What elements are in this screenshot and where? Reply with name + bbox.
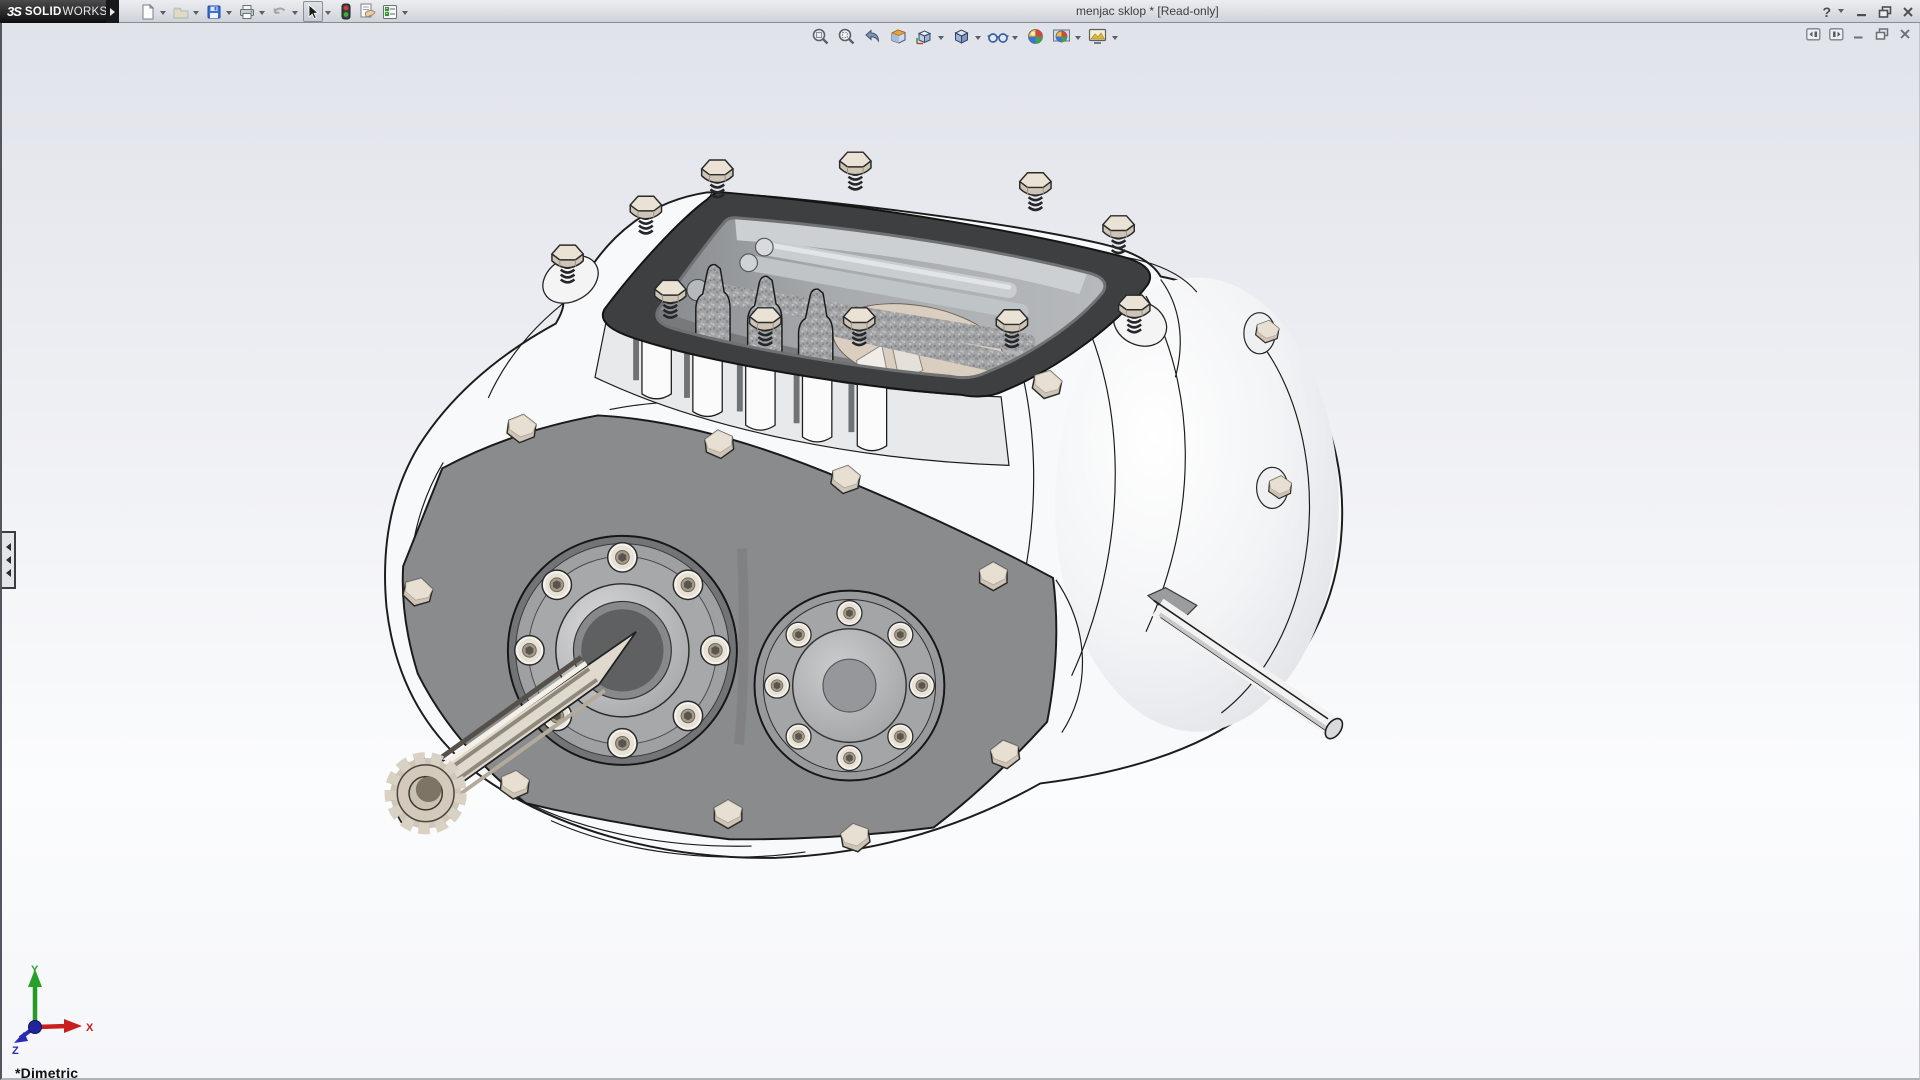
minimize-button[interactable] bbox=[1854, 4, 1870, 20]
display-style-button[interactable] bbox=[949, 25, 973, 47]
file-properties-icon bbox=[360, 3, 376, 18]
restore-button[interactable] bbox=[1877, 4, 1893, 20]
select-button[interactable] bbox=[303, 1, 323, 22]
options-checklist-icon bbox=[382, 4, 397, 19]
select-cursor-icon bbox=[308, 3, 319, 19]
right-bearing-cover bbox=[753, 589, 946, 782]
new-dropdown-icon[interactable] bbox=[160, 11, 166, 18]
options-button[interactable] bbox=[380, 1, 400, 22]
view-orientation-button[interactable] bbox=[912, 25, 936, 47]
doc-minimize-button[interactable] bbox=[1851, 26, 1867, 42]
document-window-controls bbox=[1805, 26, 1913, 42]
zoom-to-area-icon bbox=[838, 28, 854, 44]
save-button[interactable] bbox=[204, 1, 224, 22]
rebuild-button[interactable] bbox=[336, 1, 356, 22]
show-left-pane-icon bbox=[1805, 27, 1820, 40]
graphics-viewport[interactable]: Y X Z *Dimetric bbox=[0, 23, 1920, 1080]
print-button[interactable] bbox=[237, 1, 257, 22]
save-icon bbox=[207, 5, 221, 18]
open-button[interactable] bbox=[171, 1, 191, 22]
previous-view-icon bbox=[864, 28, 879, 43]
view-heads-up-toolbar bbox=[808, 25, 1121, 47]
open-dropdown-icon[interactable] bbox=[193, 11, 199, 18]
print-dropdown-icon[interactable] bbox=[259, 11, 265, 18]
edit-appearance-button[interactable] bbox=[1023, 25, 1047, 47]
view-orientation-icon bbox=[915, 29, 931, 44]
help-button[interactable]: ? bbox=[1822, 4, 1831, 20]
close-button[interactable] bbox=[1900, 4, 1916, 20]
z-axis-label: Z bbox=[12, 1045, 19, 1056]
hide-show-items-icon bbox=[987, 32, 1009, 43]
save-dropdown-icon[interactable] bbox=[226, 11, 232, 18]
new-document-icon bbox=[142, 3, 155, 19]
minimize-icon bbox=[1854, 36, 1863, 39]
show-right-pane-button[interactable] bbox=[1828, 26, 1844, 42]
apply-scene-dropdown-icon[interactable] bbox=[1075, 35, 1081, 43]
doc-close-button[interactable] bbox=[1897, 26, 1913, 42]
section-view-button[interactable] bbox=[886, 25, 910, 47]
x-arrowhead bbox=[64, 1019, 82, 1033]
gearbox-model[interactable] bbox=[2, 23, 1920, 1080]
rear-dome bbox=[1054, 277, 1339, 732]
brand-name-light: WORKS bbox=[62, 5, 108, 18]
file-properties-button[interactable] bbox=[358, 1, 378, 22]
standard-toolbar bbox=[138, 0, 411, 23]
collapse-arrow-icon bbox=[2, 569, 11, 577]
menu-flyout-arrow-icon bbox=[109, 7, 119, 16]
x-axis-label: X bbox=[86, 1022, 94, 1034]
previous-view-button[interactable] bbox=[860, 25, 884, 47]
minimize-icon bbox=[1857, 13, 1866, 16]
zoom-to-fit-icon bbox=[812, 28, 828, 44]
triad-origin bbox=[28, 1020, 42, 1034]
undo-button[interactable] bbox=[270, 1, 290, 22]
solidworks-window: 3S SOLID WORKS menjac sklop * [Read-only… bbox=[0, 0, 1920, 1080]
brand-name-bold: SOLID bbox=[24, 5, 62, 18]
zoom-to-area-button[interactable] bbox=[834, 25, 858, 47]
view-orientation-dropdown-icon[interactable] bbox=[938, 35, 944, 43]
new-document-button[interactable] bbox=[138, 1, 158, 22]
y-axis-label: Y bbox=[31, 964, 39, 976]
view-settings-icon bbox=[1088, 28, 1107, 44]
menu-flyout-button[interactable] bbox=[106, 0, 119, 23]
restore-icon bbox=[1878, 5, 1892, 18]
help-dropdown-icon[interactable] bbox=[1838, 9, 1844, 16]
collapse-arrow-icon bbox=[2, 556, 11, 564]
collapse-arrow-icon bbox=[2, 543, 11, 551]
apply-scene-button[interactable] bbox=[1049, 25, 1073, 47]
select-dropdown-icon[interactable] bbox=[325, 11, 331, 18]
undo-icon bbox=[273, 7, 285, 14]
display-style-icon bbox=[953, 28, 969, 44]
section-view-icon bbox=[890, 28, 906, 44]
close-icon bbox=[1900, 29, 1910, 39]
open-icon bbox=[173, 7, 189, 18]
show-left-pane-button[interactable] bbox=[1805, 26, 1821, 42]
print-icon bbox=[240, 4, 254, 19]
document-title: menjac sklop * [Read-only] bbox=[1076, 4, 1219, 18]
doc-restore-button[interactable] bbox=[1874, 26, 1890, 42]
rebuild-traffic-light-icon bbox=[341, 3, 351, 19]
orientation-triad[interactable]: Y X Z bbox=[6, 961, 106, 1056]
solidworks-logo[interactable]: 3S SOLID WORKS bbox=[0, 0, 108, 23]
hide-show-dropdown-icon[interactable] bbox=[1012, 35, 1018, 43]
zoom-to-fit-button[interactable] bbox=[808, 25, 832, 47]
hide-show-items-button[interactable] bbox=[986, 25, 1010, 47]
titlebar-controls: ? bbox=[1822, 0, 1916, 23]
display-style-dropdown-icon[interactable] bbox=[975, 35, 981, 43]
view-orientation-label: *Dimetric bbox=[15, 1065, 79, 1080]
options-dropdown-icon[interactable] bbox=[402, 11, 408, 18]
view-settings-button[interactable] bbox=[1086, 25, 1110, 47]
title-bar: 3S SOLID WORKS menjac sklop * [Read-only… bbox=[0, 0, 1920, 23]
view-settings-dropdown-icon[interactable] bbox=[1112, 35, 1118, 43]
close-icon bbox=[1903, 6, 1913, 17]
show-right-pane-icon bbox=[1828, 27, 1843, 40]
edit-appearance-icon bbox=[1027, 28, 1043, 44]
plate-crease bbox=[733, 548, 749, 745]
apply-scene-icon bbox=[1052, 29, 1070, 42]
feature-panel-collapsed-tab[interactable] bbox=[2, 531, 16, 589]
undo-dropdown-icon[interactable] bbox=[292, 11, 298, 18]
brand-glyph: 3S bbox=[7, 4, 22, 19]
restore-icon bbox=[1875, 28, 1889, 40]
